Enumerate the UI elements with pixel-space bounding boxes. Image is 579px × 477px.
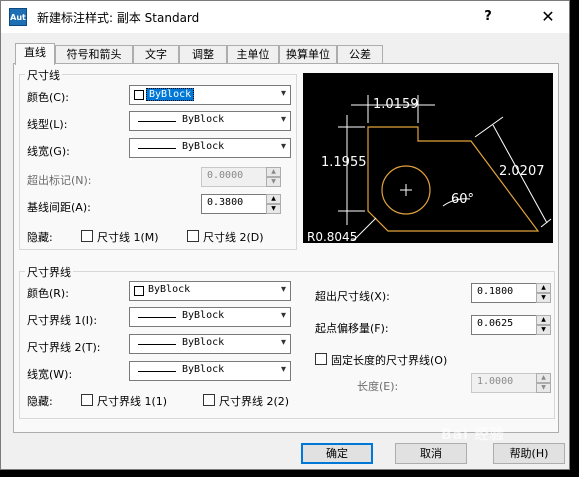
- line-sample: [138, 148, 176, 149]
- dim-color-dropdown[interactable]: ByBlock ▾: [129, 85, 291, 105]
- dim-suppress-label: 隐藏:: [27, 231, 53, 244]
- chevron-down-icon: ▾: [280, 284, 286, 295]
- autocad-app-icon: Aut: [9, 8, 27, 26]
- color-swatch: [134, 90, 144, 100]
- line-sample: [138, 317, 176, 318]
- chevron-down-icon: ▾: [280, 114, 286, 125]
- spin-down-icon[interactable]: ▼: [266, 204, 281, 214]
- tab-text[interactable]: 文字: [133, 45, 179, 64]
- suppress-ext-line1-label: 尺寸界线 1(1): [97, 395, 168, 408]
- dim-baseline-spinner[interactable]: 0.3800 ▲ ▼: [201, 194, 281, 214]
- ext-suppress-label: 隐藏:: [27, 395, 53, 408]
- preview-image: 1.0159 1.1955 2.0207 60° R0.8045: [303, 73, 553, 244]
- ext-lt1-label: 尺寸界线 1(I):: [27, 314, 98, 327]
- ext-lt1-dropdown[interactable]: ByBlock ▾: [129, 307, 291, 327]
- dim-linetype-label: 线型(L):: [27, 118, 68, 131]
- part-shape: [367, 126, 540, 232]
- tab-fit[interactable]: 调整: [179, 45, 227, 64]
- chevron-down-icon: ▾: [280, 310, 286, 321]
- suppress-dim-line2-checkbox[interactable]: [187, 230, 199, 242]
- chevron-down-icon: ▾: [280, 141, 286, 152]
- help-button[interactable]: 帮助(H): [493, 443, 565, 464]
- ext-lt2-dropdown[interactable]: ByBlock ▾: [129, 334, 291, 354]
- spin-down-icon[interactable]: ▼: [536, 293, 551, 303]
- spin-up-icon[interactable]: ▲: [266, 167, 281, 177]
- spin-down-icon[interactable]: ▼: [536, 325, 551, 335]
- angle-text: 60°: [451, 192, 474, 207]
- suppress-dim-line1-label: 尺寸线 1(M): [97, 231, 159, 244]
- ext-lineweight-label: 线宽(W):: [27, 368, 73, 381]
- ext-beyond-label: 超出尺寸线(X):: [315, 290, 390, 303]
- spin-up-icon[interactable]: ▲: [536, 315, 551, 325]
- dim-left-text: 1.1955: [321, 155, 367, 170]
- ext-color-label: 颜色(R):: [27, 287, 69, 300]
- spin-up-icon[interactable]: ▲: [536, 373, 551, 383]
- dim-top-text: 1.0159: [373, 97, 419, 112]
- title-bar: Aut 新建标注样式: 副本 Standard ? ✕: [1, 1, 569, 33]
- tab-symbols-arrows[interactable]: 符号和箭头: [55, 45, 133, 64]
- help-question-icon[interactable]: ?: [477, 6, 499, 28]
- ext-lines-title: 尺寸界线: [25, 264, 73, 280]
- cancel-button[interactable]: 取消: [395, 443, 467, 464]
- dialog-title: 新建标注样式: 副本 Standard: [37, 11, 200, 25]
- spin-down-icon[interactable]: ▼: [536, 383, 551, 393]
- line-sample: [138, 121, 176, 122]
- chevron-down-icon: ▾: [280, 88, 286, 99]
- chevron-down-icon: ▾: [280, 364, 286, 375]
- suppress-ext-line2-label: 尺寸界线 2(2): [219, 395, 290, 408]
- suppress-dim-line2-label: 尺寸线 2(D): [203, 231, 264, 244]
- dim-extend-spinner[interactable]: 0.0000 ▲ ▼: [201, 167, 281, 187]
- line-sample: [138, 371, 176, 372]
- dialog-window: Aut 新建标注样式: 副本 Standard ? ✕ 直线 符号和箭头 文字 …: [0, 0, 570, 470]
- preview-drawing: 1.0159 1.1955 2.0207 60° R0.8045: [307, 95, 552, 244]
- line-sample: [138, 344, 176, 345]
- dim-right-text: 2.0207: [499, 164, 545, 179]
- tab-tolerances[interactable]: 公差: [337, 45, 383, 64]
- radius-text: R0.8045: [307, 230, 357, 243]
- baidu-watermark: Bai 经验: [441, 427, 505, 443]
- length-label: 长度(E):: [357, 380, 399, 393]
- fixed-length-label: 固定长度的尺寸界线(O): [331, 354, 448, 367]
- color-swatch: [134, 286, 144, 296]
- chevron-down-icon: ▾: [280, 337, 286, 348]
- suppress-ext-line1-checkbox[interactable]: [81, 394, 93, 406]
- dim-lineweight-dropdown[interactable]: ByBlock ▾: [129, 138, 291, 158]
- dim-color-label: 颜色(C):: [27, 91, 69, 104]
- spin-up-icon[interactable]: ▲: [266, 194, 281, 204]
- suppress-dim-line1-checkbox[interactable]: [81, 230, 93, 242]
- spin-up-icon[interactable]: ▲: [536, 283, 551, 293]
- suppress-ext-line2-checkbox[interactable]: [203, 394, 215, 406]
- dim-linetype-dropdown[interactable]: ByBlock ▾: [129, 111, 291, 131]
- ext-beyond-spinner[interactable]: 0.1800 ▲ ▼: [471, 283, 551, 303]
- tab-primary-units[interactable]: 主单位: [227, 45, 279, 64]
- ext-color-dropdown[interactable]: ByBlock ▾: [129, 281, 291, 301]
- fixed-length-checkbox[interactable]: [315, 353, 327, 365]
- tab-lines[interactable]: 直线: [15, 43, 55, 65]
- length-spinner[interactable]: 1.0000 ▲ ▼: [471, 373, 551, 393]
- dim-baseline-label: 基线间距(A):: [27, 201, 91, 214]
- close-icon[interactable]: ✕: [537, 6, 559, 28]
- ext-lt2-label: 尺寸界线 2(T):: [27, 341, 101, 354]
- spin-down-icon[interactable]: ▼: [266, 177, 281, 187]
- ok-button[interactable]: 确定: [301, 443, 373, 464]
- dim-lineweight-label: 线宽(G):: [27, 145, 70, 158]
- dim-lines-title: 尺寸线: [25, 67, 62, 83]
- ext-offset-spinner[interactable]: 0.0625 ▲ ▼: [471, 315, 551, 335]
- dim-extend-label: 超出标记(N):: [27, 174, 92, 187]
- ext-lineweight-dropdown[interactable]: ByBlock ▾: [129, 361, 291, 381]
- tab-alternate-units[interactable]: 换算单位: [279, 45, 337, 64]
- ext-offset-label: 起点偏移量(F):: [315, 322, 389, 335]
